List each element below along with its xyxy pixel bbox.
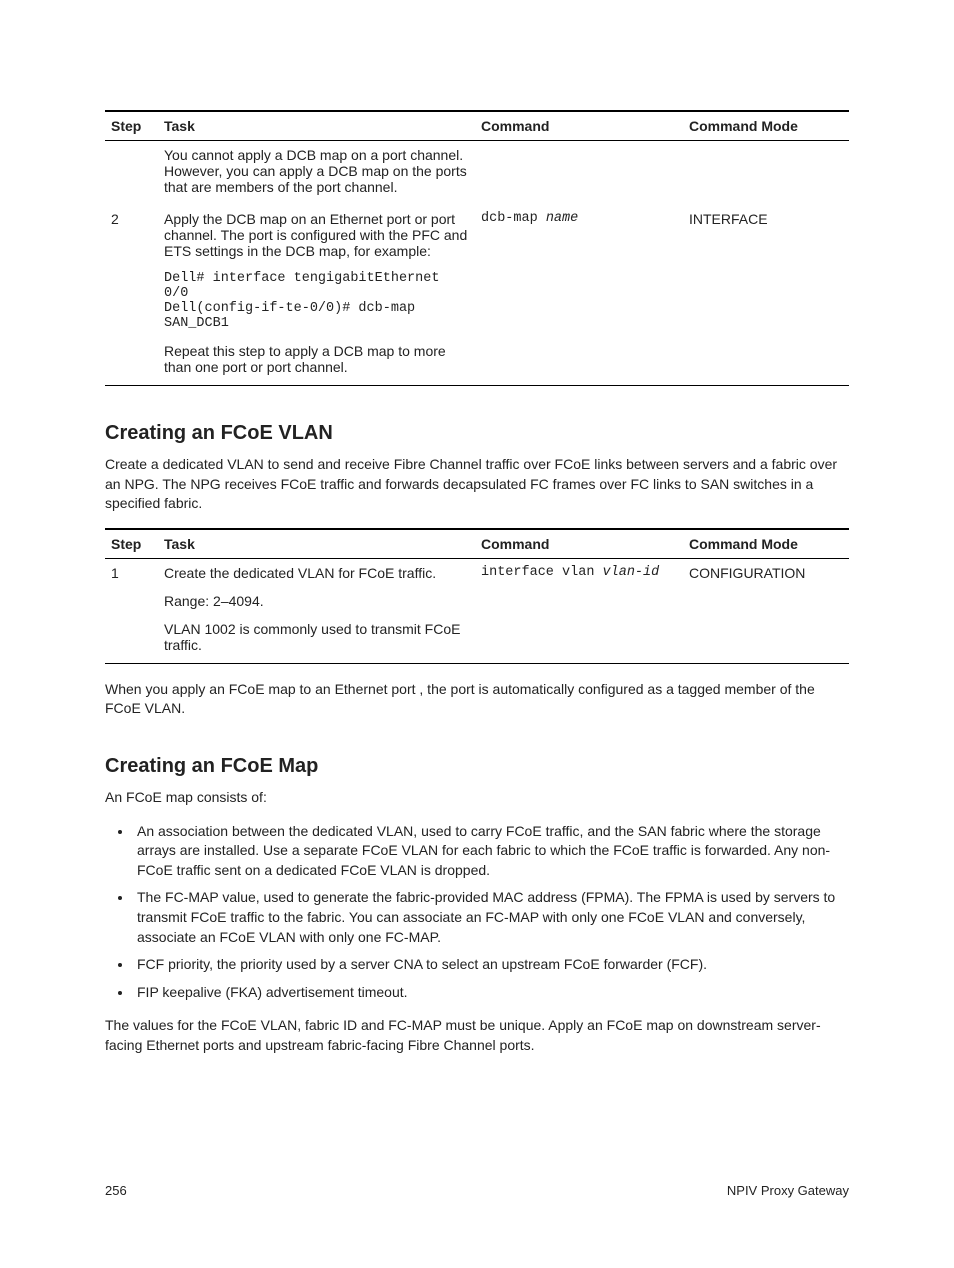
task-text: You cannot apply a DCB map on a port cha… xyxy=(164,147,469,195)
col-header-mode: Command Mode xyxy=(683,111,849,141)
page-footer: 256 NPIV Proxy Gateway xyxy=(105,1183,849,1198)
page: Step Task Command Command Mode You canno… xyxy=(0,0,954,1268)
paragraph: Create a dedicated VLAN to send and rece… xyxy=(105,455,849,514)
table-row: You cannot apply a DCB map on a port cha… xyxy=(105,141,849,206)
task-text: VLAN 1002 is commonly used to transmit F… xyxy=(164,621,469,653)
heading-fcoe-map: Creating an FCoE Map xyxy=(105,755,849,778)
task-cell: Create the dedicated VLAN for FCoE traff… xyxy=(158,558,475,663)
command-cell xyxy=(475,141,683,206)
task-cell: Apply the DCB map on an Ethernet port or… xyxy=(158,205,475,386)
paragraph: When you apply an FCoE map to an Etherne… xyxy=(105,680,849,719)
mode-cell: CONFIGURATION xyxy=(683,558,849,663)
list-item: An association between the dedicated VLA… xyxy=(133,822,849,881)
command-cell: dcb-map name xyxy=(475,205,683,386)
task-text: Apply the DCB map on an Ethernet port or… xyxy=(164,211,469,259)
paragraph: The values for the FCoE VLAN, fabric ID … xyxy=(105,1016,849,1055)
task-text: Range: 2–4094. xyxy=(164,593,469,609)
footer-section-name: NPIV Proxy Gateway xyxy=(727,1183,849,1198)
fcoe-vlan-table: Step Task Command Command Mode 1 Create … xyxy=(105,528,849,664)
task-code: Dell# interface tengigabitEthernet 0/0 D… xyxy=(164,271,469,331)
step-cell: 1 xyxy=(105,558,158,663)
col-header-command: Command xyxy=(475,111,683,141)
col-header-task: Task xyxy=(158,529,475,559)
col-header-step: Step xyxy=(105,111,158,141)
task-text: Create the dedicated VLAN for FCoE traff… xyxy=(164,565,469,581)
task-text: Repeat this step to apply a DCB map to m… xyxy=(164,343,469,375)
command-cell: interface vlan vlan-id xyxy=(475,558,683,663)
command-arg: vlan-id xyxy=(603,565,660,580)
table-row: 1 Create the dedicated VLAN for FCoE tra… xyxy=(105,558,849,663)
mode-cell: INTERFACE xyxy=(683,205,849,386)
col-header-task: Task xyxy=(158,111,475,141)
fcoe-map-list: An association between the dedicated VLA… xyxy=(105,822,849,1003)
command-text: interface vlan xyxy=(481,565,603,580)
mode-cell xyxy=(683,141,849,206)
dcb-map-table: Step Task Command Command Mode You canno… xyxy=(105,110,849,386)
list-item: The FC-MAP value, used to generate the f… xyxy=(133,888,849,947)
command-text: dcb-map xyxy=(481,211,546,226)
col-header-step: Step xyxy=(105,529,158,559)
command-arg: name xyxy=(546,211,578,226)
step-cell: 2 xyxy=(105,205,158,386)
step-cell xyxy=(105,141,158,206)
list-item: FCF priority, the priority used by a ser… xyxy=(133,955,849,975)
col-header-mode: Command Mode xyxy=(683,529,849,559)
task-cell: You cannot apply a DCB map on a port cha… xyxy=(158,141,475,206)
paragraph: An FCoE map consists of: xyxy=(105,788,849,808)
page-number: 256 xyxy=(105,1183,127,1198)
heading-fcoe-vlan: Creating an FCoE VLAN xyxy=(105,422,849,445)
table-row: 2 Apply the DCB map on an Ethernet port … xyxy=(105,205,849,386)
col-header-command: Command xyxy=(475,529,683,559)
list-item: FIP keepalive (FKA) advertisement timeou… xyxy=(133,983,849,1003)
